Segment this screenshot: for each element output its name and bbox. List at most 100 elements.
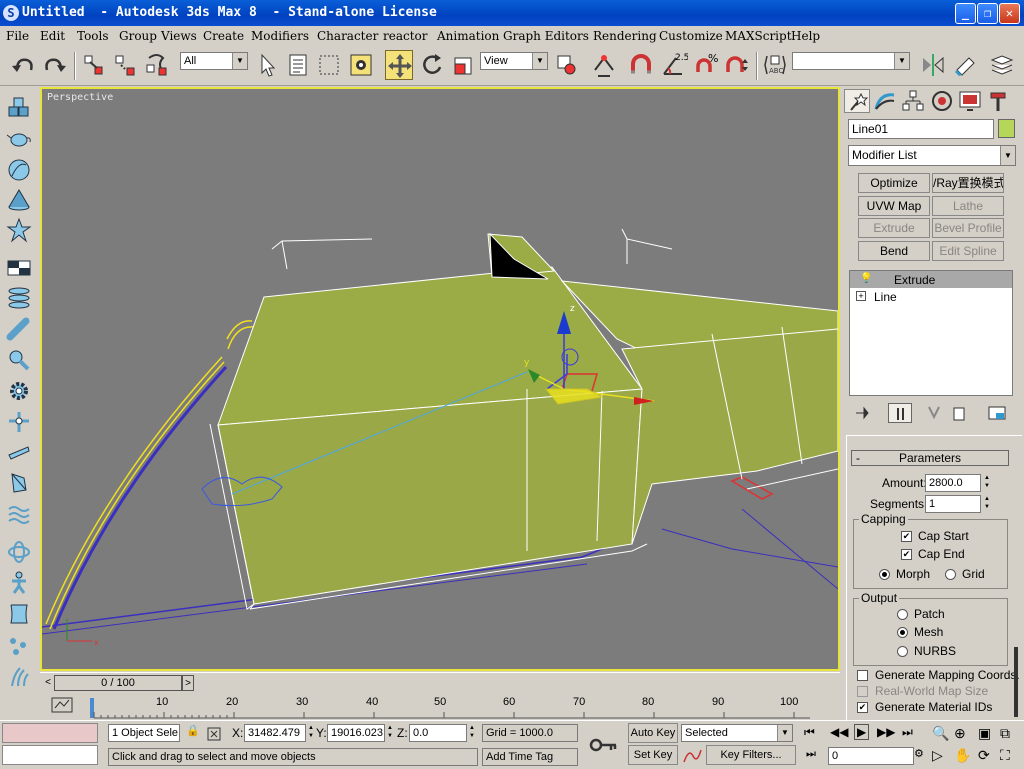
uvw-map-button[interactable]: UVW Map <box>858 196 930 216</box>
menu-edit[interactable]: Edit <box>40 29 65 43</box>
next-frame-button[interactable]: ▶▶ <box>877 725 895 739</box>
menu-tools[interactable]: Tools <box>77 29 109 43</box>
object-color-swatch[interactable] <box>998 119 1015 138</box>
bones-tool[interactable] <box>6 470 32 496</box>
object-name-field[interactable]: Line01 <box>848 119 994 139</box>
field-of-view-icon[interactable]: ▷ <box>932 747 943 764</box>
select-object-button[interactable] <box>253 50 281 80</box>
select-and-manipulate-button[interactable] <box>590 50 618 80</box>
z-coordinate-input[interactable]: 0.0 <box>409 724 467 742</box>
tab-modify[interactable] <box>872 89 898 113</box>
tab-motion[interactable] <box>929 89 955 113</box>
align-button[interactable] <box>951 50 979 80</box>
play-button[interactable]: ▶ <box>854 724 870 740</box>
undo-button[interactable] <box>9 50 37 80</box>
modifier-stack[interactable]: 💡 Extrude + Line <box>849 270 1013 396</box>
menu-rendering[interactable]: Rendering <box>593 29 657 43</box>
close-button[interactable]: ✕ <box>999 3 1020 24</box>
key-filters-button[interactable]: Key Filters... <box>706 745 796 765</box>
menu-graph-editors[interactable]: Graph Editors <box>503 29 589 43</box>
segments-spinner[interactable]: ▲ ▼ <box>982 495 992 511</box>
app-icon[interactable]: S <box>3 5 19 21</box>
menu-group[interactable]: Group <box>119 29 157 43</box>
sphere-tool[interactable] <box>6 157 32 183</box>
edit-named-selection-button[interactable]: ABC <box>761 50 789 80</box>
snaps-toggle-button[interactable] <box>627 50 655 80</box>
menu-help[interactable]: Help <box>791 29 820 43</box>
select-and-scale-button[interactable] <box>449 50 477 80</box>
menu-character[interactable]: Character <box>317 29 378 43</box>
pivot-center-button[interactable] <box>553 50 581 80</box>
taper-tool[interactable] <box>6 317 32 343</box>
amount-spinner[interactable]: ▲ ▼ <box>982 474 992 490</box>
absolute-mode-toggle[interactable] <box>206 727 224 744</box>
spinner-snap-button[interactable] <box>723 50 751 80</box>
menu-reactor[interactable]: reactor <box>383 29 428 43</box>
configure-sets-button[interactable] <box>986 403 1008 423</box>
segments-input[interactable]: 1 <box>925 495 981 513</box>
tab-display[interactable] <box>957 89 983 113</box>
cap-start-checkbox[interactable]: ✔ <box>901 531 912 542</box>
cap-end-checkbox[interactable]: ✔ <box>901 549 912 560</box>
key-mode-toggle[interactable]: ⏭ <box>806 748 824 766</box>
time-slider-thumb[interactable]: 0 / 100 <box>54 675 182 691</box>
generate-mapping-checkbox[interactable] <box>857 670 868 681</box>
panel-scrollbar[interactable] <box>1014 647 1018 717</box>
mesh-radio[interactable] <box>897 627 908 638</box>
y-spinner[interactable]: ▲ ▼ <box>385 724 395 740</box>
time-slider[interactable]: < 0 / 100 > <box>40 672 840 692</box>
material-tool[interactable] <box>6 255 32 281</box>
curve-editor-toggle[interactable] <box>50 696 74 714</box>
angle-snap-button[interactable]: 2.5 <box>660 50 689 80</box>
maximize-button[interactable]: ❐ <box>977 3 998 24</box>
bend-button[interactable]: Bend <box>858 241 930 261</box>
menu-views[interactable]: Views <box>161 29 197 43</box>
time-next-arrow[interactable]: > <box>182 675 194 691</box>
z-spinner[interactable]: ▲ ▼ <box>467 724 477 740</box>
lightbulb-icon[interactable]: 💡 <box>860 273 872 284</box>
amount-input[interactable]: 2800.0 <box>925 474 981 492</box>
maxscript-listener-white[interactable] <box>2 745 98 765</box>
go-to-start-button[interactable]: ⏮ <box>804 725 815 740</box>
add-time-tag[interactable]: Add Time Tag <box>482 748 578 766</box>
tab-hierarchy[interactable] <box>900 89 926 113</box>
key-mode-dropdown[interactable]: Selected ▼ <box>681 724 793 742</box>
current-frame-input[interactable]: 0 <box>828 747 914 765</box>
tab-create[interactable] <box>844 89 870 113</box>
wave-tool[interactable] <box>6 501 32 527</box>
perspective-viewport[interactable]: z y x Perspective <box>40 87 840 671</box>
auto-key-button[interactable]: Auto Key <box>628 723 678 743</box>
percent-snap-button[interactable]: % <box>692 50 720 80</box>
tab-utilities[interactable] <box>985 89 1011 113</box>
helper-tool[interactable] <box>6 409 32 435</box>
modifier-list-dropdown[interactable]: Modifier List ▼ <box>848 145 1016 166</box>
bevel-profile-button[interactable]: Bevel Profile <box>932 218 1004 238</box>
menu-modifiers[interactable]: Modifiers <box>251 29 309 43</box>
time-prev-arrow[interactable]: < <box>42 675 54 691</box>
bind-space-warp-button[interactable] <box>143 50 171 80</box>
extrude-button[interactable]: Extrude <box>858 218 930 238</box>
maximize-viewport-icon[interactable]: ⛶ <box>1000 747 1010 764</box>
lathe-tool[interactable] <box>6 285 32 311</box>
selection-filter-dropdown[interactable]: All ▼ <box>180 52 248 70</box>
previous-frame-button[interactable]: ◀◀ <box>830 725 848 739</box>
hair-tool[interactable] <box>6 664 32 690</box>
generate-material-ids-checkbox[interactable]: ✔ <box>857 702 868 713</box>
unlink-button[interactable] <box>111 50 139 80</box>
select-and-rotate-button[interactable] <box>418 50 446 80</box>
pan-icon[interactable]: ✋ <box>954 747 971 764</box>
stack-item-line[interactable]: + Line <box>850 288 1012 305</box>
x-spinner[interactable]: ▲ ▼ <box>306 724 316 740</box>
window-crossing-button[interactable] <box>347 50 375 80</box>
box-tool[interactable] <box>6 95 32 121</box>
maxscript-listener-pink[interactable] <box>2 723 98 743</box>
pin-stack-button[interactable] <box>852 403 874 423</box>
make-unique-button[interactable] <box>924 403 946 423</box>
lathe-button[interactable]: Lathe <box>932 196 1004 216</box>
zoom-extents-icon[interactable]: ▣ <box>978 725 991 742</box>
real-world-checkbox[interactable] <box>857 686 868 697</box>
x-coordinate-input[interactable]: 31482.479 <box>244 724 306 742</box>
patch-radio[interactable] <box>897 609 908 620</box>
stack-item-extrude[interactable]: 💡 Extrude <box>850 271 1012 288</box>
zoom-all-icon[interactable]: ⊕ <box>954 725 966 742</box>
